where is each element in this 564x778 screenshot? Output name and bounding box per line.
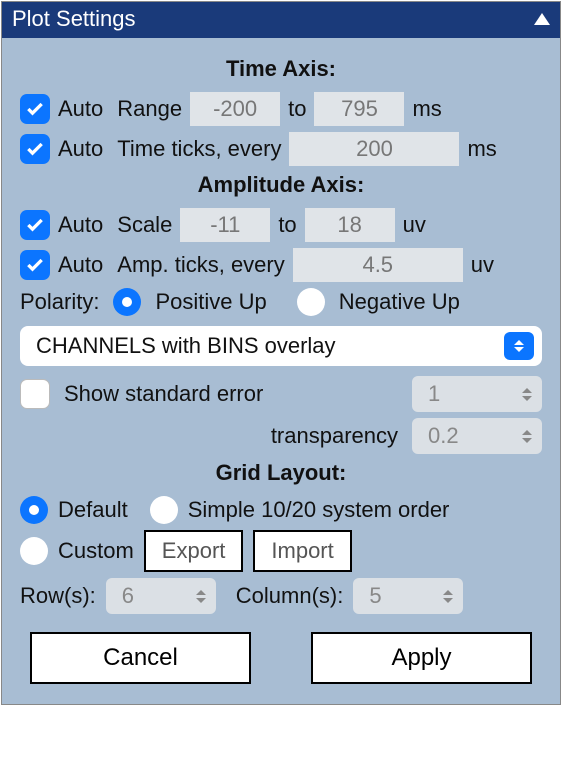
amp-scale-row: Auto Scale to uv	[20, 208, 542, 242]
polarity-negative-radio[interactable]	[297, 288, 325, 316]
time-range-row: Auto Range to ms	[20, 92, 542, 126]
rows-stepper[interactable]: 6	[106, 578, 216, 614]
transparency-label: transparency	[271, 423, 398, 449]
grid-custom-radio[interactable]	[20, 537, 48, 565]
cols-value: 5	[369, 583, 381, 609]
polarity-negative-label: Negative Up	[339, 289, 460, 315]
apply-button[interactable]: Apply	[311, 632, 532, 684]
amp-scale-to-input[interactable]	[305, 208, 395, 242]
titlebar[interactable]: Plot Settings	[2, 2, 560, 38]
time-ticks-input[interactable]	[289, 132, 459, 166]
overlay-select[interactable]: CHANNELS with BINS overlay	[20, 326, 542, 366]
to-label: to	[288, 96, 306, 122]
time-range-to-input[interactable]	[314, 92, 404, 126]
polarity-positive-label: Positive Up	[155, 289, 266, 315]
amp-scale-from-input[interactable]	[180, 208, 270, 242]
check-icon	[25, 99, 45, 119]
check-icon	[25, 139, 45, 159]
time-axis-heading: Time Axis:	[20, 56, 542, 82]
rows-label: Row(s):	[20, 583, 96, 609]
time-ticks-unit: ms	[467, 136, 505, 162]
time-range-from-input[interactable]	[190, 92, 280, 126]
auto-time-range-checkbox[interactable]	[20, 94, 50, 124]
footer-buttons: Cancel Apply	[20, 632, 542, 684]
amp-ticks-row: Auto Amp. ticks, every uv	[20, 248, 542, 282]
range-label: Range	[117, 96, 182, 122]
grid-heading: Grid Layout:	[20, 460, 542, 486]
scale-label: Scale	[117, 212, 172, 238]
amp-axis-heading: Amplitude Axis:	[20, 172, 542, 198]
grid-dims-row: Row(s): 6 Column(s): 5	[20, 578, 542, 614]
grid-default-label: Default	[58, 497, 128, 523]
transparency-stepper[interactable]: 0.2	[412, 418, 542, 454]
grid-custom-label: Custom	[58, 538, 134, 564]
grid-default-radio[interactable]	[20, 496, 48, 524]
rows-value: 6	[122, 583, 134, 609]
cols-label: Column(s):	[236, 583, 344, 609]
panel-body: Time Axis: Auto Range to ms Auto Time ti…	[2, 38, 560, 704]
export-button[interactable]: Export	[144, 530, 244, 572]
show-stderr-label: Show standard error	[64, 381, 398, 407]
cancel-button[interactable]: Cancel	[30, 632, 251, 684]
grid-simple-label: Simple 10/20 system order	[188, 497, 450, 523]
check-icon	[25, 255, 45, 275]
stderr-row: Show standard error 1	[20, 376, 542, 412]
transparency-row: transparency 0.2	[20, 418, 542, 454]
select-caret-icon	[504, 332, 534, 360]
auto-label: Auto	[58, 252, 103, 278]
auto-label: Auto	[58, 136, 103, 162]
auto-label: Auto	[58, 212, 103, 238]
stepper-arrows-icon	[522, 430, 532, 443]
to-label: to	[278, 212, 296, 238]
panel-title: Plot Settings	[12, 6, 136, 32]
time-range-unit: ms	[412, 96, 450, 122]
check-icon	[25, 215, 45, 235]
polarity-positive-radio[interactable]	[113, 288, 141, 316]
stepper-arrows-icon	[443, 590, 453, 603]
auto-amp-ticks-checkbox[interactable]	[20, 250, 50, 280]
amp-scale-unit: uv	[403, 212, 441, 238]
amp-ticks-unit: uv	[471, 252, 509, 278]
time-ticks-label: Time ticks, every	[117, 136, 281, 162]
amp-ticks-label: Amp. ticks, every	[117, 252, 284, 278]
stderr-count-stepper[interactable]: 1	[412, 376, 542, 412]
auto-time-ticks-checkbox[interactable]	[20, 134, 50, 164]
overlay-select-value: CHANNELS with BINS overlay	[36, 333, 336, 359]
collapse-icon[interactable]	[534, 13, 550, 25]
stderr-count-value: 1	[428, 381, 440, 407]
grid-simple-radio[interactable]	[150, 496, 178, 524]
plot-settings-panel: Plot Settings Time Axis: Auto Range to m…	[1, 1, 561, 705]
import-button[interactable]: Import	[253, 530, 351, 572]
grid-default-row: Default Simple 10/20 system order	[20, 496, 542, 524]
stepper-arrows-icon	[522, 388, 532, 401]
cols-stepper[interactable]: 5	[353, 578, 463, 614]
polarity-row: Polarity: Positive Up Negative Up	[20, 288, 542, 316]
time-ticks-row: Auto Time ticks, every ms	[20, 132, 542, 166]
grid-custom-row: Custom Export Import	[20, 530, 542, 572]
stepper-arrows-icon	[196, 590, 206, 603]
show-stderr-checkbox[interactable]	[20, 379, 50, 409]
amp-ticks-input[interactable]	[293, 248, 463, 282]
auto-amp-scale-checkbox[interactable]	[20, 210, 50, 240]
auto-label: Auto	[58, 96, 103, 122]
transparency-value: 0.2	[428, 423, 459, 449]
polarity-label: Polarity:	[20, 289, 99, 315]
